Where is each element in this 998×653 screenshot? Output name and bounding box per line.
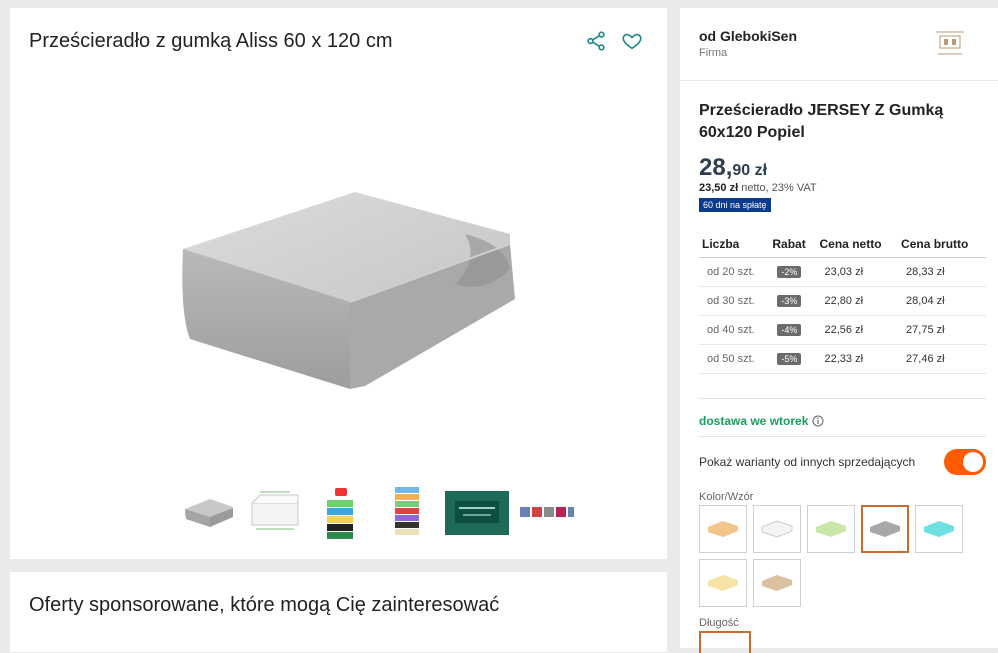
tier-brutto: 27,75 zł	[898, 315, 986, 345]
seller-box: od GlebokiSen Firma	[680, 8, 998, 81]
sheet-swatch-icon	[708, 521, 738, 537]
thumbnail-2[interactable]	[246, 486, 304, 540]
thumbnail-3[interactable]	[312, 486, 370, 540]
tier-netto: 23,03 zł	[816, 257, 899, 287]
seller-type: Firma	[699, 47, 728, 59]
tier-qty: od 30 szt.	[699, 286, 770, 316]
color-stack-thumb-icon	[395, 487, 419, 535]
tier-brutto: 28,04 zł	[898, 286, 986, 316]
color-swatch-selected[interactable]	[861, 505, 909, 553]
discount-badge: -5%	[777, 353, 802, 365]
color-swatches	[699, 505, 963, 607]
length-option-selected[interactable]	[699, 631, 751, 653]
tier-netto: 22,56 zł	[816, 315, 899, 345]
thumbnail-4[interactable]	[378, 486, 436, 540]
product-gallery-card: Prześcieradło z gumką Aliss 60 x 120 cm	[10, 8, 667, 559]
tier-brutto: 27,46 zł	[898, 344, 986, 374]
oeko-tex-thumb-icon	[445, 491, 509, 535]
length-label: Długość	[699, 617, 739, 629]
divider	[699, 398, 986, 399]
table-row: od 50 szt. -5% 22,33 zł 27,46 zł	[699, 344, 986, 374]
offer-product-name: Prześcieradło JERSEY Z Gumką 60x120 Popi…	[699, 102, 944, 141]
price: 28,90 zł	[699, 154, 767, 182]
discount-badge: -3%	[777, 295, 802, 307]
product-title: Prześcieradło z gumką Aliss 60 x 120 cm	[29, 30, 393, 52]
heart-icon[interactable]	[621, 30, 643, 52]
thumbnail-strip	[180, 486, 576, 540]
tier-qty: od 50 szt.	[699, 344, 770, 374]
sheet-swatch-icon	[762, 575, 792, 591]
toggle-knob	[963, 452, 983, 472]
col-header: Cena brutto	[898, 233, 986, 258]
tier-netto: 22,80 zł	[816, 286, 899, 316]
sheet-swatch-icon	[761, 520, 793, 538]
share-icon[interactable]	[585, 30, 607, 52]
tier-qty: od 40 szt.	[699, 315, 770, 345]
netto-price: 23,50 zł netto, 23% VAT	[699, 182, 817, 194]
color-label: Kolor/Wzór	[699, 491, 754, 503]
sheet-swatch-icon	[816, 521, 846, 537]
tier-brutto: 28,33 zł	[898, 257, 986, 287]
care-icons-thumb-icon	[520, 507, 574, 517]
product-main-image[interactable]	[165, 174, 525, 409]
col-header: Rabat	[769, 233, 817, 258]
divider	[699, 436, 986, 437]
color-swatch[interactable]	[699, 505, 747, 553]
tier-netto: 22,33 zł	[816, 344, 899, 374]
tier-qty: od 20 szt.	[699, 257, 770, 287]
seller-name[interactable]: od GlebokiSen	[699, 28, 797, 44]
installment-badge[interactable]: 60 dni na spłatę	[699, 198, 771, 212]
discount-badge: -2%	[777, 266, 802, 278]
dimensions-thumb-icon	[251, 491, 299, 530]
color-swatch[interactable]	[699, 559, 747, 607]
other-sellers-toggle[interactable]	[944, 449, 986, 475]
table-row: od 40 szt. -4% 22,56 zł 27,75 zł	[699, 315, 986, 345]
sheet-swatch-icon	[708, 575, 738, 591]
sheet-thumb-icon	[185, 499, 233, 527]
color-swatch[interactable]	[807, 505, 855, 553]
color-swatch[interactable]	[753, 505, 801, 553]
table-row: od 20 szt. -2% 23,03 zł 28,33 zł	[699, 257, 986, 287]
stack-thumb-icon	[327, 488, 353, 539]
color-swatch[interactable]	[915, 505, 963, 553]
netto-value: 23,50 zł	[699, 182, 739, 194]
seller-logo[interactable]	[930, 26, 970, 60]
sponsored-offers-section: Oferty sponsorowane, które mogą Cię zain…	[10, 572, 667, 652]
col-header: Liczba	[699, 233, 770, 258]
thumbnail-5[interactable]	[444, 486, 510, 540]
netto-text: netto, 23% VAT	[738, 182, 817, 194]
price-main: 28,	[699, 154, 733, 181]
product-actions	[585, 30, 643, 52]
thumbnail-6[interactable]	[518, 486, 576, 540]
quantity-discount-table: Liczba Rabat Cena netto Cena brutto od 2…	[699, 233, 986, 374]
sheet-swatch-icon	[924, 521, 954, 537]
sponsored-title: Oferty sponsorowane, które mogą Cię zain…	[29, 594, 500, 616]
discount-badge: -4%	[777, 324, 802, 336]
col-header: Cena netto	[816, 233, 899, 258]
price-rest: 90 zł	[732, 162, 768, 179]
thumbnail-1[interactable]	[180, 486, 238, 540]
table-row: od 30 szt. -3% 22,80 zł 28,04 zł	[699, 286, 986, 316]
delivery-text: dostawa we wtorek	[699, 414, 809, 428]
sheet-swatch-icon	[870, 521, 900, 537]
offer-panel: od GlebokiSen Firma Prześcieradło JERSEY…	[680, 8, 998, 653]
color-swatch[interactable]	[753, 559, 801, 607]
info-icon[interactable]	[812, 415, 824, 427]
delivery-info: dostawa we wtorek	[699, 414, 824, 428]
